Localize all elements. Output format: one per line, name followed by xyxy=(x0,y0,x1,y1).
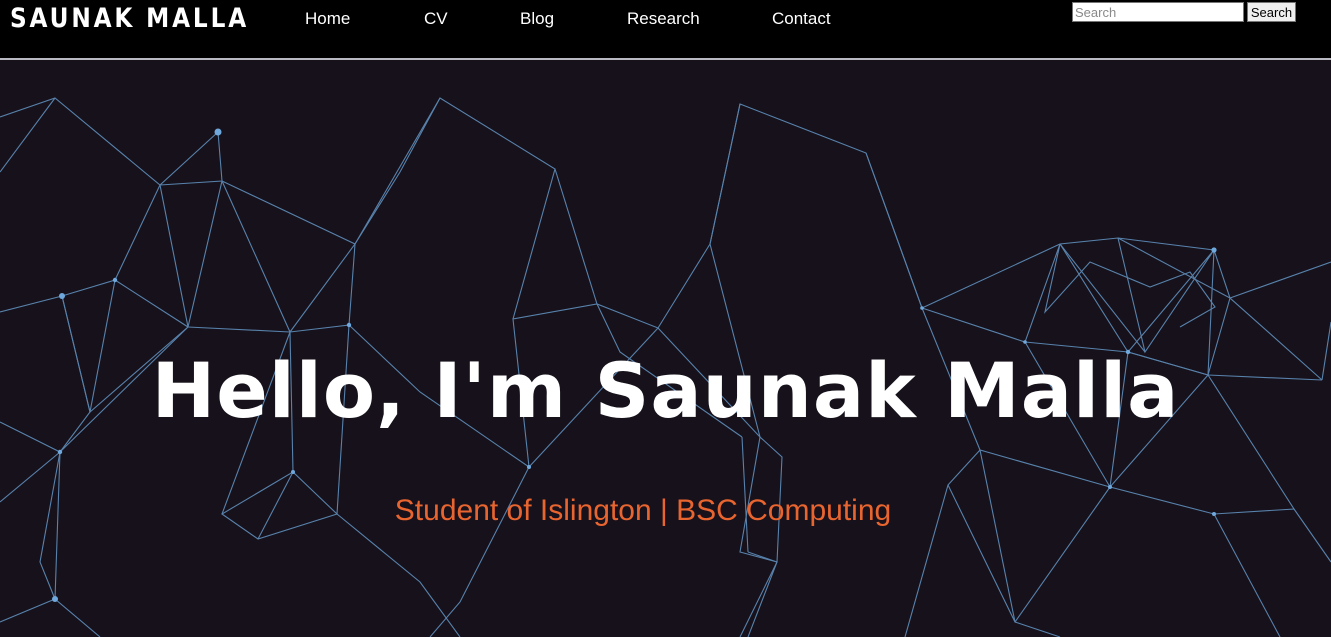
search-input[interactable] xyxy=(1072,2,1244,22)
nav-link-home[interactable]: Home xyxy=(305,9,350,29)
hero-title: Hello, I'm Saunak Malla xyxy=(151,346,1180,435)
navbar: SAUNAK MALLA Home CV Blog Research Conta… xyxy=(0,0,1331,60)
nav-link-contact[interactable]: Contact xyxy=(772,9,831,29)
hero-subtitle: Student of Islington | BSC Computing xyxy=(394,494,892,527)
nav-link-cv[interactable]: CV xyxy=(424,9,448,29)
nav-link-research[interactable]: Research xyxy=(627,9,700,29)
brand-logo[interactable]: SAUNAK MALLA xyxy=(10,3,249,34)
nav-link-blog[interactable]: Blog xyxy=(520,9,554,29)
hero-section: Hello, I'm Saunak Malla Student of Islin… xyxy=(0,62,1331,637)
search-button[interactable]: Search xyxy=(1247,2,1296,22)
